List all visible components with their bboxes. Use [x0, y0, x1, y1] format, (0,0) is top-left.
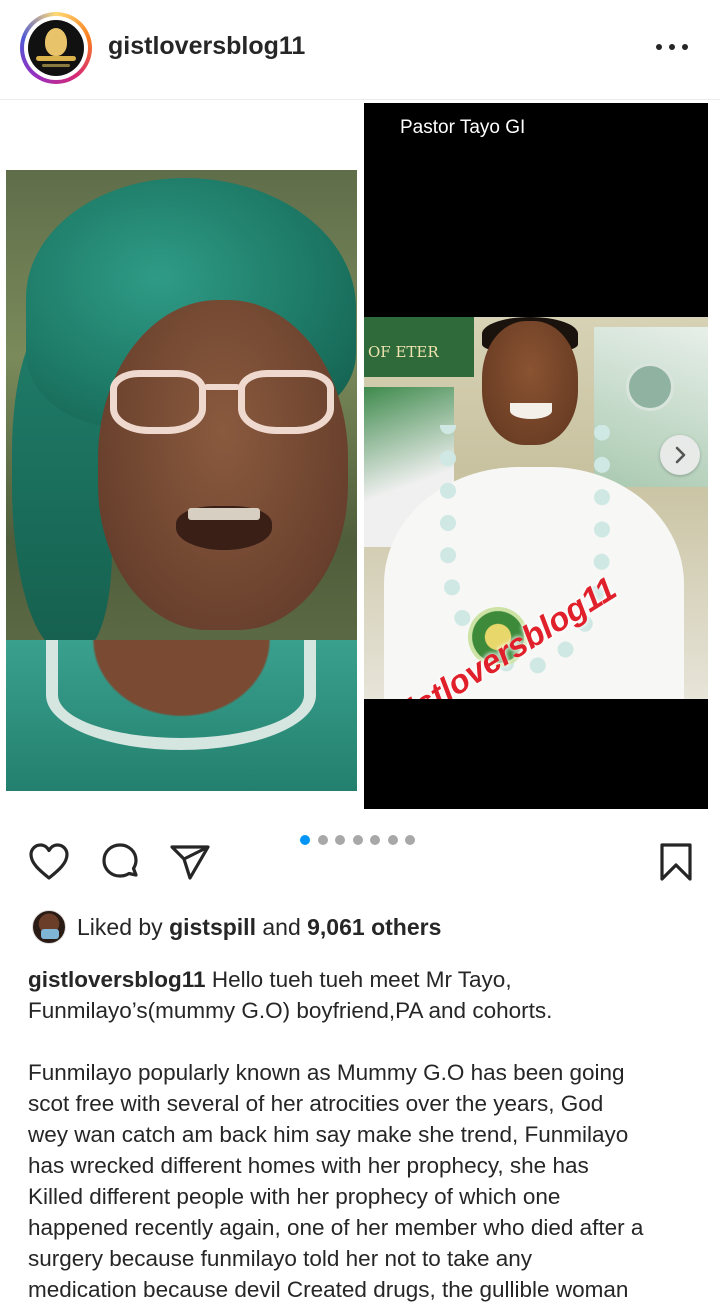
wall-fan — [626, 363, 674, 411]
background-banner: OF ETER — [364, 317, 474, 377]
caption-username[interactable]: gistloversblog11 — [28, 967, 206, 992]
chevron-right-icon — [675, 446, 686, 464]
caption-line: Funmilayo popularly known as Mummy G.O h… — [28, 1060, 625, 1085]
avatar-image — [28, 20, 84, 76]
likes-others[interactable]: 9,061 others — [307, 914, 441, 940]
carousel-dot — [352, 835, 363, 845]
post-media-carousel[interactable]: Pastor Tayo GI OF ETER Gistloversblog11 — [0, 101, 720, 817]
share-button[interactable] — [168, 840, 212, 884]
comment-button[interactable] — [98, 840, 142, 884]
heart-icon — [29, 843, 69, 880]
post-actions — [0, 818, 720, 902]
carousel-next-button[interactable] — [660, 435, 700, 475]
more-options-button[interactable] — [650, 30, 694, 64]
caption-line: Killed different people with her prophec… — [28, 1184, 561, 1209]
carousel-dot — [317, 835, 328, 845]
liker-username[interactable]: gistspill — [169, 914, 256, 940]
post-caption: gistloversblog11 Hello tueh tueh meet Mr… — [28, 964, 700, 1305]
paper-plane-icon — [170, 845, 210, 880]
caption-line: surgery because funmilayo told her not t… — [28, 1246, 533, 1271]
more-dots-icon — [656, 44, 662, 50]
caption-line: happened recently again, one of her memb… — [28, 1215, 644, 1240]
profile-avatar[interactable] — [20, 12, 92, 84]
carousel-dot — [335, 835, 345, 845]
photo-caption: Pastor Tayo GI — [400, 117, 526, 138]
caption-line: has wrecked different homes with her pro… — [28, 1153, 589, 1178]
post-username[interactable]: gistloversblog11 — [108, 32, 305, 61]
woman-photo — [6, 170, 357, 791]
caption-line: wey wan catch am back him say make she t… — [28, 1122, 629, 1147]
caption-line: medication because devil Created drugs, … — [28, 1277, 629, 1302]
liker-avatar — [32, 910, 66, 944]
man-photo: Pastor Tayo GI OF ETER Gistloversblog11 — [364, 103, 708, 809]
post-header: gistloversblog11 — [0, 0, 720, 100]
carousel-dot — [370, 835, 380, 845]
save-button[interactable] — [654, 840, 698, 884]
glasses — [110, 370, 206, 434]
likes-summary[interactable]: Liked by gistspill and 9,061 others — [30, 910, 710, 950]
like-button[interactable] — [27, 840, 71, 884]
likes-text: Liked by gistspill and 9,061 others — [77, 914, 442, 940]
carousel-dot — [405, 835, 415, 845]
comment-icon — [102, 843, 138, 878]
carousel-dot — [387, 835, 398, 845]
bookmark-icon — [660, 843, 692, 881]
caption-line: scot free with several of her atrocities… — [28, 1091, 604, 1116]
carousel-dot — [300, 835, 310, 845]
caption-paragraph: Funmilayo popularly known as Mummy G.O h… — [28, 1057, 700, 1305]
